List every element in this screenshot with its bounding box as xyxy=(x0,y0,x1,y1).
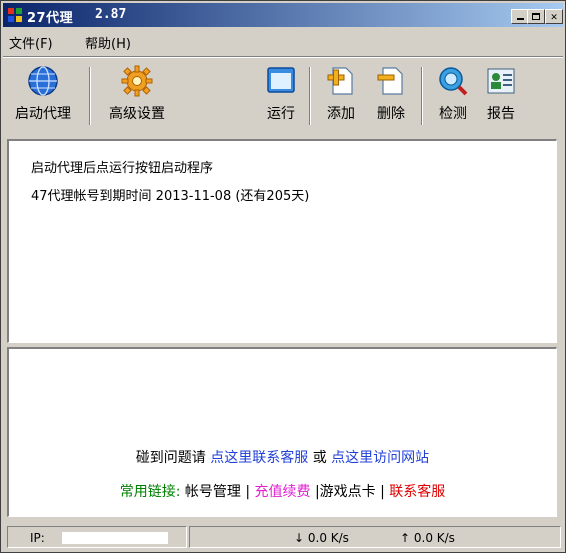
gear-icon xyxy=(121,65,153,97)
window-title: 27代理 xyxy=(27,11,74,26)
log-panel[interactable]: 启动代理后点运行按钮启动程序 47代理帐号到期时间 2013-11-08 (还有… xyxy=(7,139,557,343)
detect-label: 检测 xyxy=(439,106,467,122)
help-line: 碰到问题请 点这里联系客服 或 点这里访问网站 xyxy=(9,447,556,467)
delete-button[interactable]: 删除 xyxy=(369,65,413,127)
remove-document-icon xyxy=(377,67,403,95)
contact-support-link[interactable]: 点这里联系客服 xyxy=(210,450,308,466)
run-button[interactable]: 运行 xyxy=(259,65,303,127)
start-proxy-label: 启动代理 xyxy=(15,106,71,122)
window-version: 2.87 xyxy=(95,7,127,22)
maximize-button[interactable] xyxy=(527,9,545,24)
common-links-line: 常用链接: 帐号管理 | 充值续费 |游戏点卡 | 联系客服 xyxy=(9,481,556,501)
globe-icon xyxy=(28,66,58,96)
account-management-link[interactable]: 帐号管理 xyxy=(185,484,241,500)
help-prefix: 碰到问题请 xyxy=(135,450,211,466)
game-card-link[interactable]: 游戏点卡 xyxy=(320,484,376,500)
magnifier-icon xyxy=(439,67,468,96)
add-label: 添加 xyxy=(327,106,355,122)
report-label: 报告 xyxy=(487,106,515,122)
speed-status-panel: ↓ 0.0 K/s ↑ 0.0 K/s xyxy=(189,526,561,548)
app-window: 27代理 2.87 ✕ 文件(F) 帮助(H) 启动代理 高级设置 运行 添加 … xyxy=(0,0,566,553)
common-links-label: 常用链接: xyxy=(119,484,181,500)
menu-bar: 文件(F) 帮助(H) xyxy=(3,29,563,52)
detect-button[interactable]: 检测 xyxy=(431,65,475,127)
close-icon: ✕ xyxy=(550,10,558,23)
delete-label: 删除 xyxy=(377,106,405,122)
link-separator: | xyxy=(245,484,251,500)
visit-website-link[interactable]: 点这里访问网站 xyxy=(331,450,429,466)
advanced-settings-button[interactable]: 高级设置 xyxy=(97,65,177,127)
toolbar-separator xyxy=(89,67,91,125)
ip-status-panel: IP: xyxy=(7,526,187,548)
title-bar[interactable]: 27代理 2.87 ✕ xyxy=(3,3,563,27)
close-button[interactable]: ✕ xyxy=(545,9,563,24)
window-run-icon xyxy=(267,67,295,93)
report-button[interactable]: 报告 xyxy=(479,65,523,127)
maximize-icon xyxy=(532,13,540,20)
menu-help[interactable]: 帮助(H) xyxy=(85,33,131,52)
toolbar-separator xyxy=(309,67,311,125)
menu-file[interactable]: 文件(F) xyxy=(9,33,53,52)
toolbar-separator xyxy=(421,67,423,125)
help-or: 或 xyxy=(308,450,332,466)
status-bar: IP: ↓ 0.0 K/s ↑ 0.0 K/s xyxy=(3,524,563,550)
ip-value-redacted xyxy=(62,532,168,544)
log-line: 启动代理后点运行按钮启动程序 xyxy=(31,161,214,176)
toolbar-divider xyxy=(3,56,563,58)
advanced-settings-label: 高级设置 xyxy=(109,106,165,122)
download-speed: ↓ 0.0 K/s xyxy=(294,531,349,545)
app-icon xyxy=(8,8,22,22)
add-document-icon xyxy=(327,67,353,95)
link-separator: | xyxy=(380,484,385,500)
minimize-icon xyxy=(516,18,524,20)
ip-label: IP: xyxy=(30,531,45,545)
recharge-link[interactable]: 充值续费 xyxy=(255,484,311,500)
support-link[interactable]: 联系客服 xyxy=(389,484,445,500)
add-button[interactable]: 添加 xyxy=(319,65,363,127)
log-line: 47代理帐号到期时间 2013-11-08 (还有205天) xyxy=(31,189,310,204)
upload-speed: ↑ 0.0 K/s xyxy=(400,531,455,545)
start-proxy-button[interactable]: 启动代理 xyxy=(5,65,81,127)
info-panel: 碰到问题请 点这里联系客服 或 点这里访问网站 常用链接: 帐号管理 | 充值续… xyxy=(7,347,557,517)
run-label: 运行 xyxy=(267,106,295,122)
report-card-icon xyxy=(487,68,515,94)
toolbar: 启动代理 高级设置 运行 添加 删除 检测 报告 xyxy=(3,61,563,131)
